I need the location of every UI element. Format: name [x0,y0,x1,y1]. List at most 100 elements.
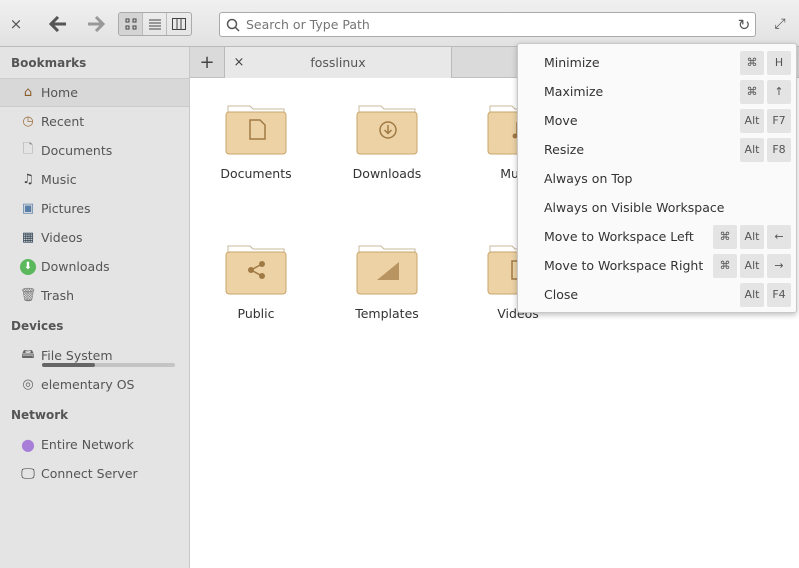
sidebar: Bookmarks ⌂ Home ◷ Recent 🗋 Documents ♫ Music ▣ P… [0,47,190,568]
sidebar-item-connect-server[interactable]: 🖵 Connect Server [0,459,189,488]
sidebar-item-label: Videos [41,230,83,245]
folder-documents[interactable]: Documents [196,100,316,181]
trash-icon: 🗑 [19,288,37,303]
tab-fosslinux[interactable]: × fosslinux [224,47,452,78]
sidebar-item-label: Entire Network [41,437,134,452]
column-view-button[interactable] [167,13,191,35]
shortcut-key: ↑ [767,79,791,104]
sidebar-item-label: Recent [41,114,85,129]
folder-download-icon [356,105,418,155]
home-icon: ⌂ [23,85,33,100]
sidebar-item-label: Documents [41,143,113,158]
arrow-left-icon [49,16,66,32]
menu-item-close[interactable]: Close Alt F4 [518,280,796,309]
sidebar-item-downloads[interactable]: ⬇ Downloads [0,252,189,281]
folder-label: Documents [220,166,292,181]
folder-label: Downloads [352,166,422,181]
menu-item-label: Move to Workspace Left [544,229,694,244]
shortcut-key: ⌘ [713,253,737,278]
view-switcher [118,12,192,36]
sidebar-item-label: File System [41,348,113,363]
menu-item-label: Resize [544,142,585,157]
search-input[interactable] [246,17,733,32]
sidebar-item-elementary-os[interactable]: ◎ elementary OS [0,370,189,399]
sidebar-item-entire-network[interactable]: ● Entire Network [0,430,189,459]
sidebar-item-music[interactable]: ♫ Music [0,165,189,194]
grid-icon [125,18,136,30]
sidebar-item-home[interactable]: ⌂ Home [0,78,189,107]
devices-heading: Devices [11,318,64,333]
headerbar: × ↻ ⤢ [0,0,799,47]
menu-item-label: Always on Visible Workspace [544,200,725,215]
back-button[interactable] [46,12,70,36]
menu-item-always-on-top[interactable]: Always on Top [518,164,796,193]
list-view-button[interactable] [143,13,167,35]
shortcut-key: ⌘ [740,50,764,75]
shortcut-key: ← [767,224,791,249]
icon-view-button[interactable] [119,13,143,35]
shortcut-key: → [767,253,791,278]
menu-item-label: Maximize [544,84,604,99]
shortcut-key: Alt [740,282,764,307]
sidebar-item-pictures[interactable]: ▣ Pictures [0,194,189,223]
folder-label: Public [237,306,275,321]
folder-document-icon [225,105,287,155]
shortcut-key: ⌘ [713,224,737,249]
folder-downloads[interactable]: Downloads [327,100,447,181]
maximize-button[interactable]: ⤢ [770,12,790,36]
reload-icon[interactable]: ↻ [733,16,755,34]
sidebar-item-label: Music [41,172,77,187]
sidebar-item-trash[interactable]: 🗑 Trash [0,281,189,310]
sidebar-item-recent[interactable]: ◷ Recent [0,107,189,136]
shortcut-key: Alt [740,108,764,133]
forward-button[interactable] [84,12,108,36]
sidebar-item-videos[interactable]: ▦ Videos [0,223,189,252]
recent-icon: ◷ [22,114,34,129]
tab-label: fosslinux [310,55,366,70]
menu-item-resize[interactable]: Resize Alt F8 [518,135,796,164]
shortcut-key: Alt [740,224,764,249]
bookmarks-heading: Bookmarks [11,55,87,70]
folder-share-icon [225,245,287,295]
menu-item-label: Move [544,113,578,128]
folder-templates[interactable]: Templates [327,240,447,321]
document-icon: 🗋 [22,141,34,157]
sidebar-item-file-system[interactable]: 🖴 File System [0,341,189,370]
network-icon: ● [21,435,35,454]
search-icon [226,18,240,32]
close-tab-icon[interactable]: × [225,55,253,70]
sidebar-item-label: Pictures [41,201,91,216]
menu-item-minimize[interactable]: Minimize ⌘ H [518,48,796,77]
menu-item-label: Move to Workspace Right [544,258,704,273]
menu-item-always-on-visible-workspace[interactable]: Always on Visible Workspace [518,193,796,222]
list-icon [148,19,161,30]
server-icon: 🖵 [21,465,35,482]
sidebar-item-label: elementary OS [41,377,135,392]
folder-public[interactable]: Public [196,240,316,321]
menu-item-label: Close [544,287,579,302]
sidebar-item-label: Connect Server [41,466,138,481]
shortcut-key: H [767,50,791,75]
shortcut-key: F8 [767,137,791,162]
folder-template-icon [356,245,418,295]
videos-icon: ▦ [21,230,35,245]
sidebar-item-label: Trash [41,288,75,303]
downloads-icon: ⬇ [20,258,36,275]
menu-item-label: Minimize [544,55,600,70]
location-bar[interactable]: ↻ [219,12,756,37]
shortcut-key: ⌘ [740,79,764,104]
menu-item-move-to-workspace-right[interactable]: Move to Workspace Right ⌘ Alt → [518,251,796,280]
pictures-icon: ▣ [21,201,35,216]
close-window-button[interactable]: × [6,12,26,36]
menu-item-move[interactable]: Move Alt F7 [518,106,796,135]
folder-label: Templates [355,306,419,321]
menu-item-move-to-workspace-left[interactable]: Move to Workspace Left ⌘ Alt ← [518,222,796,251]
new-tab-button[interactable]: + [190,47,224,77]
columns-icon [172,18,186,30]
disk-usage-bar [42,363,175,367]
menu-item-maximize[interactable]: Maximize ⌘ ↑ [518,77,796,106]
drive-icon: 🖴 [21,346,35,362]
sidebar-item-documents[interactable]: 🗋 Documents [0,136,189,165]
disc-icon: ◎ [22,377,34,392]
shortcut-key: F7 [767,108,791,133]
